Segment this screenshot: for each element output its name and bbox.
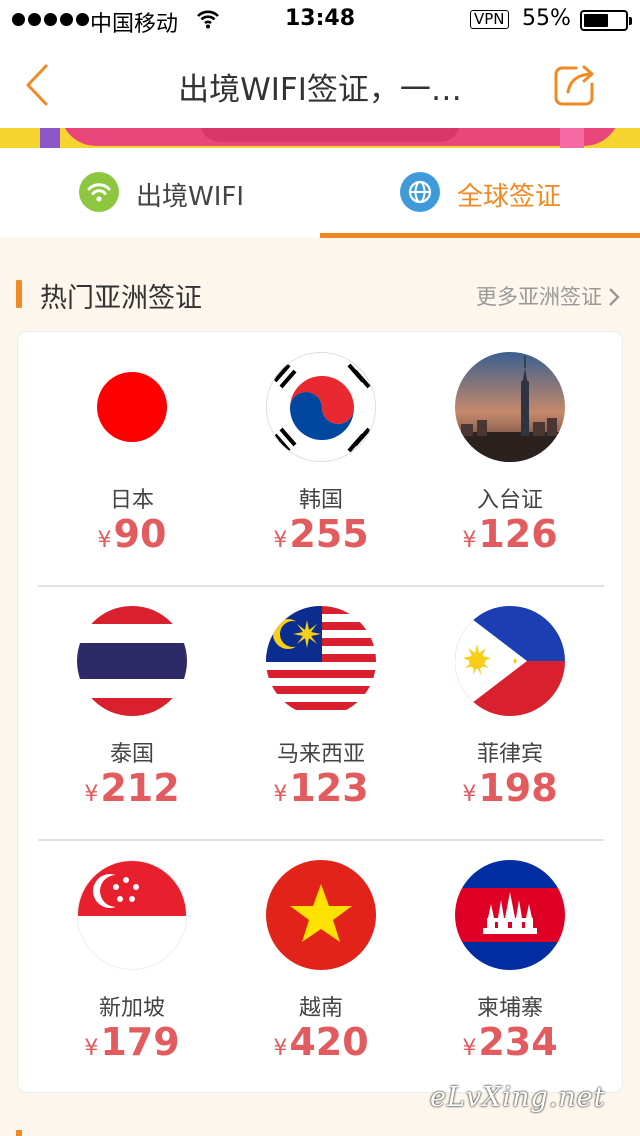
visa-price: ¥255 — [273, 512, 369, 556]
visa-price: ¥126 — [462, 512, 558, 556]
more-visas-label: 更多亚洲签证 — [476, 285, 602, 309]
visa-price: ¥90 — [97, 512, 167, 556]
globe-icon — [400, 172, 440, 212]
tab-bar: 出境WIFI 全球签证 — [0, 148, 640, 238]
status-bar: 中国移动 13:48 VPN 55% — [0, 0, 640, 40]
country-name: 日本 — [109, 488, 154, 513]
country-name: 新加坡 — [98, 996, 165, 1021]
tab-wifi[interactable]: 出境WIFI — [0, 148, 320, 238]
tab-visa-label: 全球签证 — [457, 182, 562, 212]
japan-flag-icon — [77, 352, 187, 462]
visa-item-japan[interactable]: 日本 ¥90 — [38, 332, 226, 586]
country-name: 入台证 — [476, 488, 543, 513]
vietnam-flag-icon — [266, 860, 376, 970]
korea-flag-icon — [266, 352, 376, 462]
visa-item-thailand[interactable]: 泰国 ¥212 — [38, 586, 226, 840]
singapore-flag-icon — [77, 860, 187, 970]
chevron-right-icon — [608, 285, 620, 309]
next-section-accent-bar — [16, 1130, 22, 1136]
country-name: 马来西亚 — [276, 742, 365, 767]
country-name: 柬埔寨 — [476, 996, 543, 1021]
visa-item-taiwan[interactable]: 入台证 ¥126 — [416, 332, 604, 586]
visa-item-singapore[interactable]: 新加坡 ¥179 — [38, 840, 226, 1094]
promo-banner[interactable] — [0, 128, 640, 148]
share-icon[interactable] — [552, 62, 598, 108]
country-name: 菲律宾 — [476, 742, 543, 767]
philippines-flag-icon — [455, 606, 565, 716]
more-visas-link[interactable]: 更多亚洲签证 — [476, 281, 620, 311]
watermark: eLvXing.net — [430, 1082, 606, 1113]
section-accent-bar — [16, 280, 22, 308]
navigation-bar: 出境WIFI签证，一… — [0, 40, 640, 128]
visa-price: ¥212 — [84, 766, 180, 810]
cambodia-flag-icon — [455, 860, 565, 970]
visa-item-vietnam[interactable]: 越南 ¥420 — [227, 840, 415, 1094]
country-name: 泰国 — [109, 742, 154, 767]
visa-item-korea[interactable]: 韩国 ¥255 — [227, 332, 415, 586]
visa-item-malaysia[interactable]: 马来西亚 ¥123 — [227, 586, 415, 840]
taipei-photo-icon — [455, 352, 565, 462]
vpn-badge: VPN — [470, 10, 509, 29]
page-title: 出境WIFI签证，一… — [178, 72, 462, 108]
visa-item-cambodia[interactable]: 柬埔寨 ¥234 — [416, 840, 604, 1094]
visa-price: ¥420 — [273, 1020, 369, 1064]
battery-icon — [580, 10, 632, 31]
malaysia-flag-icon — [266, 606, 376, 716]
visa-grid-card: 日本 ¥90 韩国 ¥255 入台证 ¥126 泰国 ¥212 马来西亚 ¥12… — [17, 331, 623, 1093]
tab-visa[interactable]: 全球签证 — [320, 148, 640, 238]
visa-price: ¥123 — [273, 766, 369, 810]
visa-price: ¥198 — [462, 766, 558, 810]
thailand-flag-icon — [77, 606, 187, 716]
active-tab-indicator — [320, 233, 640, 238]
visa-item-philippines[interactable]: 菲律宾 ¥198 — [416, 586, 604, 840]
section-header: 热门亚洲签证 更多亚洲签证 — [0, 270, 640, 318]
country-name: 韩国 — [298, 488, 343, 513]
visa-price: ¥179 — [84, 1020, 180, 1064]
country-name: 越南 — [298, 996, 343, 1021]
tab-wifi-label: 出境WIFI — [136, 182, 244, 212]
wifi-icon — [79, 172, 119, 212]
chevron-left-icon[interactable] — [18, 62, 58, 108]
battery-percentage: 55% — [522, 6, 571, 31]
visa-price: ¥234 — [462, 1020, 558, 1064]
section-title: 热门亚洲签证 — [40, 283, 202, 314]
